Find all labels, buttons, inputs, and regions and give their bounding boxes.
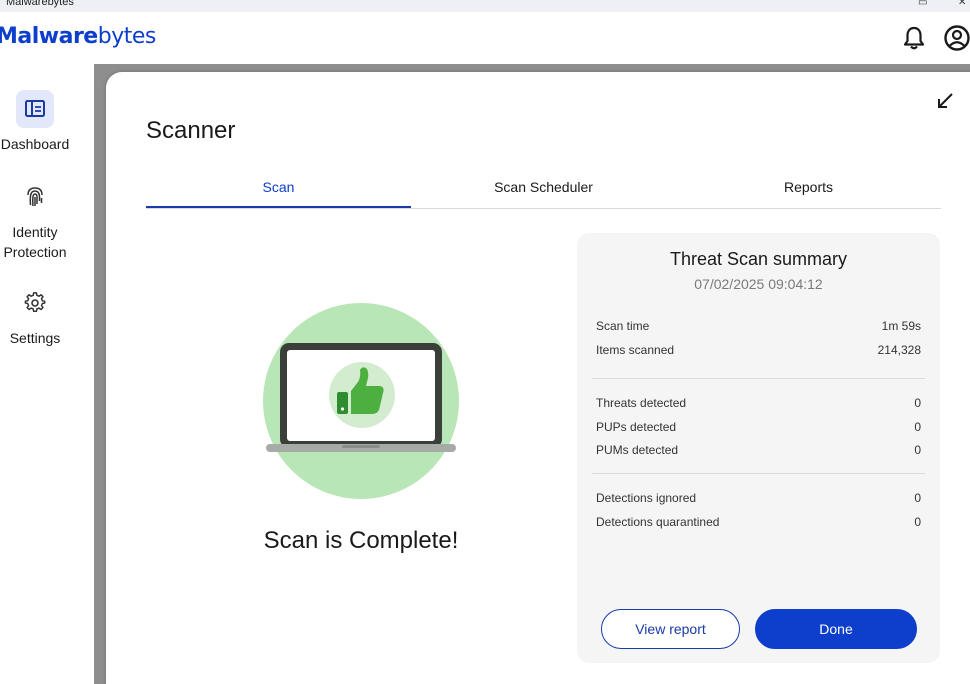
threat-scan-summary-card: Threat Scan summary 07/02/2025 09:04:12 … xyxy=(577,233,940,663)
summary-row-pups-detected: PUPs detected 0 xyxy=(596,420,921,438)
sidebar-item-identity-protection[interactable]: Identity Protection xyxy=(0,178,70,262)
summary-date: 07/02/2025 09:04:12 xyxy=(694,276,823,292)
sidebar-label-line1: Identity xyxy=(12,224,58,240)
sidebar-label-line2: Protection xyxy=(3,244,67,260)
row-value: 0 xyxy=(914,443,921,457)
logo-light-text: bytes xyxy=(97,24,157,49)
malwarebytes-logo: Malwarebytes xyxy=(0,24,156,49)
row-label: Items scanned xyxy=(596,343,675,357)
row-label: Threats detected xyxy=(596,396,687,410)
summary-row-scan-time: Scan time 1m 59s xyxy=(596,319,921,337)
row-label: Detections ignored xyxy=(596,491,697,505)
app-header: Malwarebytes xyxy=(0,12,970,64)
row-value: 214,328 xyxy=(877,343,921,357)
row-value: 0 xyxy=(914,515,921,529)
row-label: Detections quarantined xyxy=(596,515,720,529)
row-value: 0 xyxy=(914,396,921,410)
fingerprint-icon xyxy=(16,178,54,216)
close-window-icon[interactable]: ✕ xyxy=(958,0,966,8)
tab-reports[interactable]: Reports xyxy=(676,172,941,208)
summary-row-items-scanned: Items scanned 214,328 xyxy=(596,343,921,361)
dashboard-icon xyxy=(16,90,54,128)
restore-window-icon[interactable]: ▭ xyxy=(918,0,927,8)
summary-row-threats-detected: Threats detected 0 xyxy=(596,396,921,414)
tab-scan[interactable]: Scan xyxy=(146,172,411,208)
account-icon[interactable] xyxy=(943,24,970,52)
thumbs-up-laptop-icon xyxy=(262,302,460,500)
row-value: 0 xyxy=(914,491,921,505)
sidebar-item-settings[interactable]: Settings xyxy=(0,284,70,348)
page-title: Scanner xyxy=(146,117,236,144)
sidebar: Dashboard Identity Protection Settings xyxy=(0,64,94,684)
summary-row-detections-ignored: Detections ignored 0 xyxy=(596,491,921,509)
window-title: Malwarebytes xyxy=(6,0,74,8)
collapse-arrow-icon[interactable] xyxy=(934,90,956,112)
row-label: PUMs detected xyxy=(596,443,679,457)
window-titlebar: Malwarebytes ▭ ✕ xyxy=(0,0,970,12)
scan-status-text: Scan is Complete! xyxy=(263,527,459,554)
summary-title: Threat Scan summary xyxy=(669,249,848,269)
summary-divider xyxy=(592,378,925,379)
row-label: Scan time xyxy=(596,319,650,333)
summary-row-detections-quarantined: Detections quarantined 0 xyxy=(596,515,921,533)
gear-icon xyxy=(16,284,54,322)
sidebar-item-label: Settings xyxy=(9,330,61,346)
sidebar-item-label: Dashboard xyxy=(0,136,70,152)
sidebar-item-label: Identity Protection xyxy=(0,222,70,262)
tab-scan-scheduler[interactable]: Scan Scheduler xyxy=(411,172,676,208)
sidebar-item-dashboard[interactable]: Dashboard xyxy=(0,90,70,154)
notifications-bell-icon[interactable] xyxy=(900,24,928,52)
row-value: 0 xyxy=(914,420,921,434)
logo-bold-text: Malware xyxy=(0,24,98,49)
summary-row-pums-detected: PUMs detected 0 xyxy=(596,443,921,461)
row-label: PUPs detected xyxy=(596,420,677,434)
done-button[interactable]: Done xyxy=(755,609,917,649)
view-report-button[interactable]: View report xyxy=(601,609,740,649)
summary-divider xyxy=(592,473,925,474)
row-value: 1m 59s xyxy=(881,319,921,333)
scanner-tabs: Scan Scan Scheduler Reports xyxy=(146,172,941,209)
